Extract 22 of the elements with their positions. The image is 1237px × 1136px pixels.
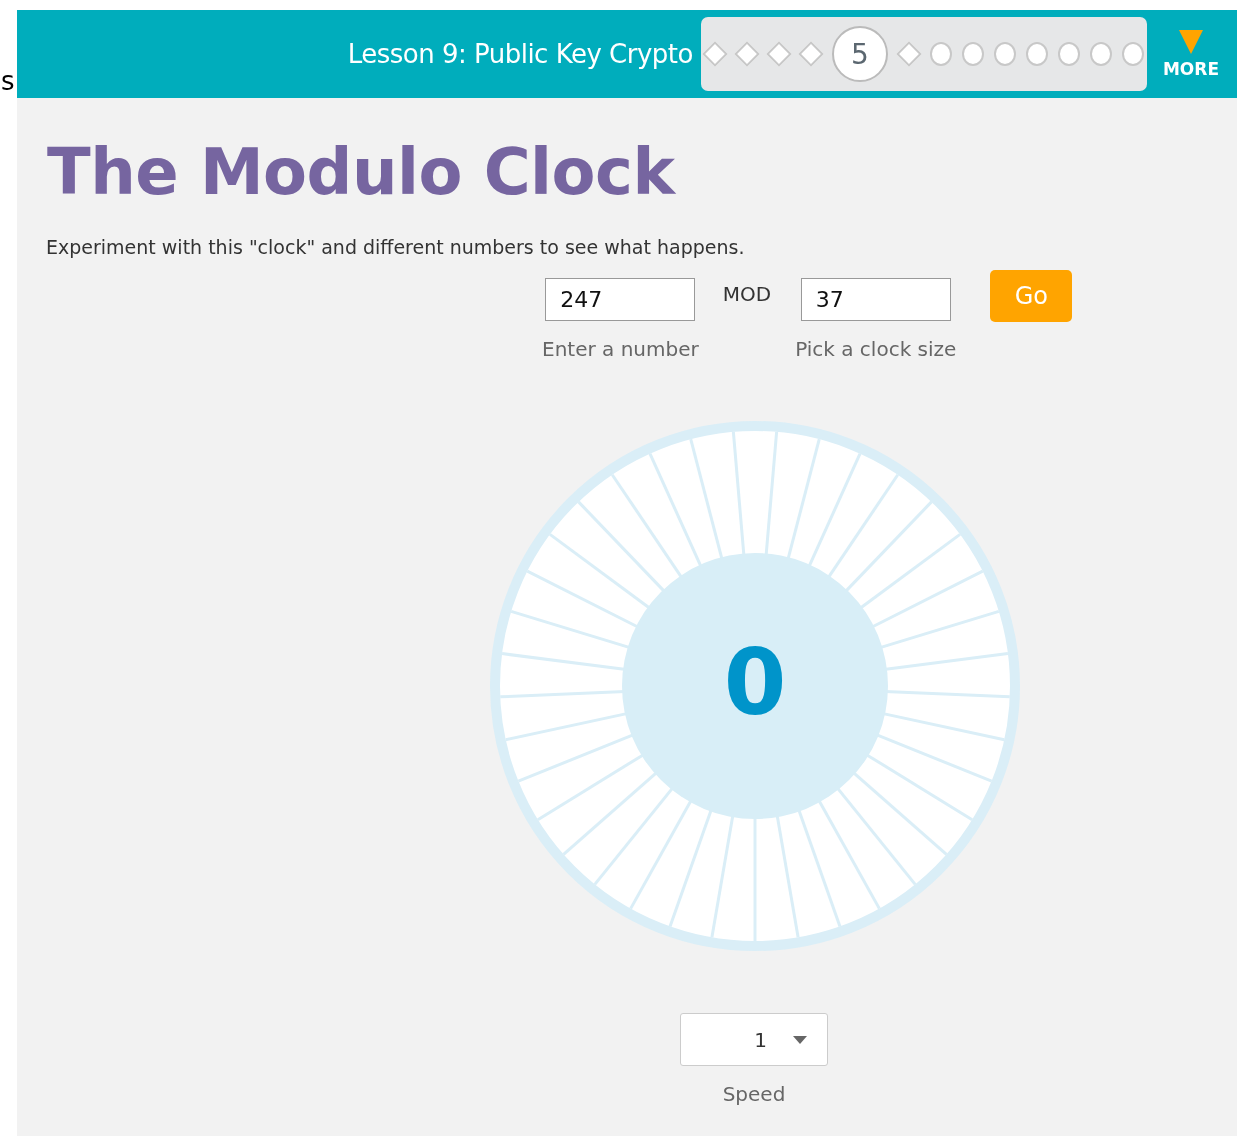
level-circle-icon[interactable]	[1121, 42, 1144, 66]
mod-label: MOD	[722, 282, 772, 306]
caret-icon	[793, 1035, 807, 1044]
level-circle-icon[interactable]	[1025, 42, 1048, 66]
cut-off-text: s	[1, 66, 15, 96]
clock-size-field[interactable]: 37	[800, 278, 951, 321]
clock-size-caption: Pick a clock size	[795, 337, 957, 361]
level-circle-icon[interactable]	[993, 42, 1016, 66]
level-circle-icon[interactable]	[961, 42, 984, 66]
clock-result: 0	[722, 633, 788, 733]
triangle-icon	[1177, 29, 1204, 55]
level-circle-icon[interactable]	[1089, 42, 1112, 66]
page-title: The Modulo Clock	[47, 134, 677, 211]
number-caption: Enter a number	[542, 337, 699, 361]
speed-dropdown[interactable]: 1	[680, 1013, 828, 1066]
level-circle-icon[interactable]	[1057, 42, 1080, 66]
number-field[interactable]: 247	[545, 278, 696, 321]
current-level[interactable]: 5	[831, 26, 888, 82]
description: Experiment with this "clock" and different numbers to see what happens.	[46, 236, 746, 258]
speed-caption: Speed	[722, 1082, 786, 1106]
lesson-title: Lesson 9: Public Key Crypto	[347, 39, 693, 69]
level-circle-icon[interactable]	[929, 42, 952, 66]
